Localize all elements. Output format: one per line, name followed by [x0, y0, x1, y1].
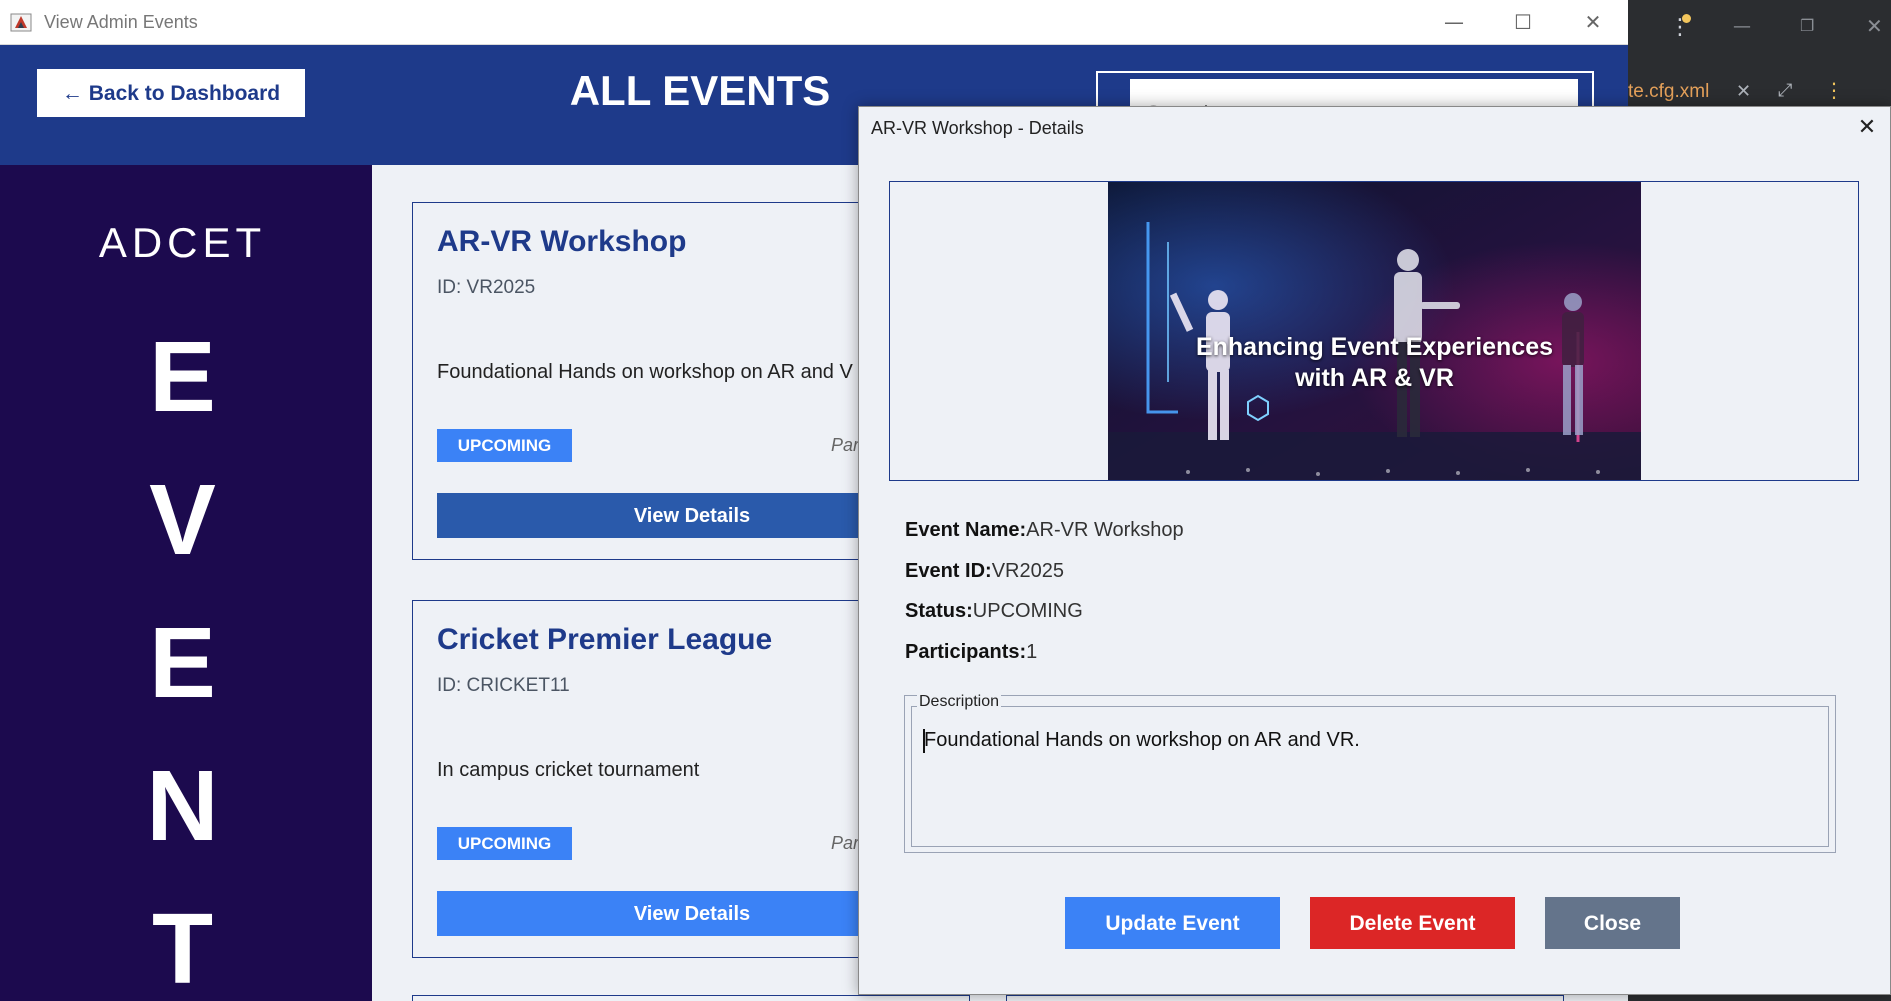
ide-minimize-icon[interactable]: —	[1733, 16, 1751, 37]
event-card-partial	[1006, 995, 1564, 1001]
window-title: View Admin Events	[44, 12, 198, 32]
image-caption-line-2: with AR & VR	[1295, 364, 1454, 392]
event-title: AR-VR Workshop	[437, 225, 687, 258]
participants-label: Participants:	[905, 641, 1027, 663]
description-textarea[interactable]: Foundational Hands on workshop on AR and…	[911, 706, 1829, 847]
ide-tab-close-icon[interactable]: ✕	[1736, 74, 1751, 110]
close-icon[interactable]: ✕	[1558, 0, 1628, 44]
status-badge: UPCOMING	[437, 429, 572, 462]
dialog-close-icon[interactable]: ✕	[1849, 111, 1885, 145]
description-text: Foundational Hands on workshop on AR and…	[924, 729, 1360, 751]
event-details-dialog: AR-VR Workshop - Details ✕ Enhancing Eve…	[858, 106, 1891, 995]
maximize-icon[interactable]: ☐	[1488, 0, 1558, 44]
event-title: Cricket Premier League	[437, 623, 773, 656]
close-button[interactable]: Close	[1545, 897, 1680, 949]
image-caption-line-1: Enhancing Event Experiences	[1195, 333, 1554, 361]
sidebar-letter-e: E	[149, 321, 216, 433]
brand-logo-text: ADCET	[98, 219, 267, 266]
sidebar-letter-n: N	[146, 750, 219, 862]
ide-expand-icon[interactable]: ⤢	[1778, 80, 1792, 101]
event-id: ID: CRICKET11	[437, 675, 570, 696]
event-name-value: AR-VR Workshop	[1026, 519, 1184, 541]
status-label: Status:	[905, 600, 973, 622]
sidebar-letter-v: V	[149, 464, 216, 576]
event-name-label: Event Name:	[905, 519, 1027, 541]
java-app-icon	[10, 13, 32, 32]
sidebar-letter-t: T	[151, 893, 214, 1001]
event-photo-illustration	[1108, 182, 1641, 480]
status-badge: UPCOMING	[437, 827, 572, 860]
event-description: Foundational Hands on workshop on AR and…	[437, 361, 853, 383]
event-id-value: VR2025	[991, 560, 1064, 582]
event-name-row: Event Name:AR-VR Workshop	[905, 519, 1184, 542]
event-id: ID: VR2025	[437, 277, 536, 298]
participants-label: Par	[831, 833, 860, 853]
ide-more-options-icon[interactable]: ⋮	[1824, 78, 1844, 102]
event-image: Enhancing Event Experiences with AR & VR	[1108, 182, 1641, 480]
description-group: Foundational Hands on workshop on AR and…	[904, 693, 1836, 853]
dialog-title: AR-VR Workshop - Details	[871, 118, 1084, 138]
back-to-dashboard-button[interactable]: ← Back to Dashboard	[37, 69, 305, 117]
participants-value: 1	[1026, 641, 1038, 663]
page-title: ALL EVENTS	[569, 67, 831, 114]
description-legend: Description	[917, 693, 1002, 711]
event-id-row: Event ID:VR2025	[905, 560, 1064, 583]
minimize-icon[interactable]: —	[1419, 0, 1489, 44]
event-id-label: Event ID:	[905, 560, 992, 582]
sidebar-letter-e2: E	[149, 607, 216, 719]
participants-label: Par	[831, 435, 860, 455]
ide-notification-dot-icon	[1682, 14, 1691, 23]
sidebar: ADCET E V E N T	[0, 165, 372, 1001]
image-caption: Enhancing Event Experiences with AR & VR	[1108, 332, 1641, 394]
update-event-button[interactable]: Update Event	[1065, 897, 1280, 949]
status-value: UPCOMING	[972, 600, 1083, 622]
ide-editor-tab[interactable]: te.cfg.xml	[1628, 74, 1709, 110]
window-titlebar: View Admin Events — ☐ ✕	[0, 0, 1628, 45]
status-row: Status:UPCOMING	[905, 600, 1083, 623]
delete-event-button[interactable]: Delete Event	[1310, 897, 1515, 949]
event-card-partial	[412, 995, 970, 1001]
ide-restore-icon[interactable]: ❐	[1800, 16, 1814, 35]
event-description: In campus cricket tournament	[437, 759, 700, 781]
participants-row: Participants:1	[905, 641, 1037, 664]
ide-close-icon[interactable]: ✕	[1866, 14, 1883, 38]
event-image-frame: Enhancing Event Experiences with AR & VR	[889, 181, 1859, 481]
